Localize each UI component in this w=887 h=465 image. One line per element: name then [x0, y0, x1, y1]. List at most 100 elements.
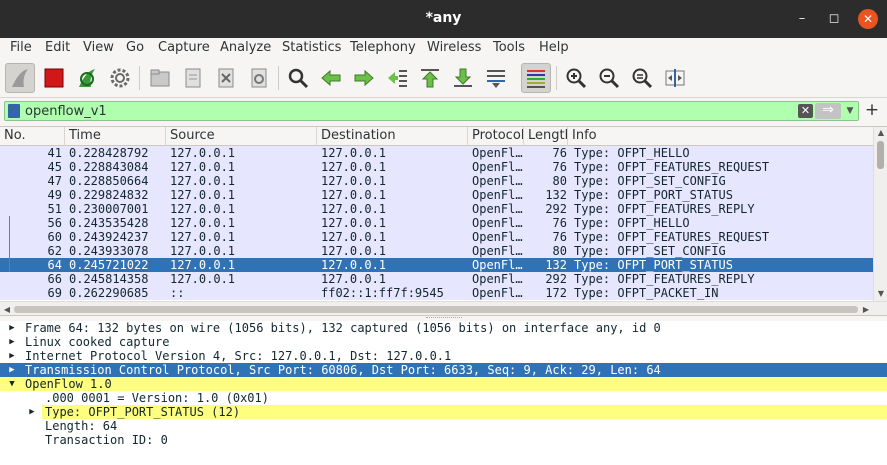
menu-telephony[interactable]: Telephony [350, 40, 416, 55]
display-filter-input[interactable] [25, 103, 795, 119]
packet-row[interactable]: 47 0.228850664 127.0.0.1 127.0.0.1 OpenFl… 80… [0, 174, 873, 188]
zoom-out-button[interactable] [594, 63, 624, 93]
vertical-scroll-thumb[interactable] [877, 141, 884, 169]
expanded-arrow-icon[interactable]: ▼ [6, 377, 18, 391]
packet-row[interactable]: 56 0.243535428 127.0.0.1 127.0.0.1 OpenFl… 76… [0, 216, 873, 230]
menu-edit[interactable]: Edit [45, 40, 70, 55]
open-file-button[interactable] [145, 63, 175, 93]
packet-row[interactable]: 66 0.245814358 127.0.0.1 127.0.0.1 OpenFl… 29… [0, 272, 873, 286]
detail-tree-item[interactable]: Length: 64 [0, 419, 887, 433]
column-header-protocol[interactable]: Protocol [468, 127, 524, 146]
apply-filter-button[interactable]: ⇒ [815, 103, 841, 119]
scroll-left-icon[interactable]: ◀ [0, 304, 14, 315]
first-packet-button[interactable] [415, 63, 445, 93]
colorize-button[interactable] [521, 63, 551, 93]
collapsed-arrow-icon[interactable]: ▶ [6, 349, 18, 363]
find-packet-button[interactable] [283, 63, 313, 93]
column-header-source[interactable]: Source [166, 127, 317, 146]
resize-columns-button[interactable] [660, 63, 690, 93]
menu-go[interactable]: Go [126, 40, 144, 55]
packet-row[interactable]: 69 0.262290685:: ff02::1:ff7f:9545 OpenFl… 1… [0, 286, 873, 300]
close-button[interactable]: ✕ [858, 9, 878, 29]
collapsed-arrow-icon[interactable]: ▶ [26, 405, 38, 419]
packet-number: 51 [47, 202, 62, 216]
collapsed-arrow-icon[interactable]: ▶ [6, 335, 18, 349]
save-file-button[interactable] [178, 63, 208, 93]
capture-options-button[interactable] [105, 63, 135, 93]
packet-row[interactable]: 49 0.229824832 127.0.0.1 127.0.0.1 OpenFl… 13… [0, 188, 873, 202]
packet-time: 0.243933078 [69, 244, 149, 258]
collapsed-arrow-icon[interactable]: ▶ [6, 363, 18, 377]
menu-statistics[interactable]: Statistics [282, 40, 341, 55]
reload-file-button[interactable] [244, 63, 274, 93]
column-header-info[interactable]: Info [568, 127, 873, 146]
packet-row[interactable]: 64 0.245721022 127.0.0.1 127.0.0.1 OpenFl… 13… [0, 258, 873, 272]
menu-tools[interactable]: Tools [493, 40, 525, 55]
scroll-down-icon[interactable]: ▼ [874, 288, 887, 300]
go-forward-button[interactable] [349, 63, 379, 93]
packet-length: 76 [552, 160, 567, 174]
menu-capture[interactable]: Capture [158, 40, 210, 55]
packet-row[interactable]: 41 0.228428792 127.0.0.1 127.0.0.1 OpenFl… 76… [0, 146, 873, 160]
packet-row[interactable]: 60 0.243924237 127.0.0.1 127.0.0.1 OpenFl… 76… [0, 230, 873, 244]
packet-source: 127.0.0.1 [170, 146, 236, 160]
packet-protocol: OpenFl… [472, 258, 523, 272]
add-filter-button[interactable]: + [864, 100, 880, 120]
column-header-time[interactable]: Time [65, 127, 166, 146]
scroll-right-icon[interactable]: ▶ [859, 304, 873, 315]
menu-analyze[interactable]: Analyze [220, 40, 271, 55]
bookmark-icon[interactable] [8, 104, 20, 118]
maximize-button[interactable]: ◻ [824, 9, 844, 29]
packet-destination: 127.0.0.1 [321, 202, 387, 216]
menu-wireless[interactable]: Wireless [427, 40, 481, 55]
autoscroll-button[interactable] [481, 63, 511, 93]
detail-tree-item[interactable]: .000 0001 = Version: 1.0 (0x01) [0, 391, 887, 405]
packet-row[interactable]: 62 0.243933078 127.0.0.1 127.0.0.1 OpenFl… 80… [0, 244, 873, 258]
go-back-button[interactable] [316, 63, 346, 93]
clear-filter-button[interactable]: ✕ [798, 104, 813, 118]
last-packet-button[interactable] [448, 63, 478, 93]
normal-size-button[interactable] [627, 63, 657, 93]
packet-info: Type: OFPT_HELLO [574, 216, 690, 230]
column-header-destination[interactable]: Destination [317, 127, 468, 146]
packet-row[interactable]: 51 0.230007001 127.0.0.1 127.0.0.1 OpenFl… 29… [0, 202, 873, 216]
detail-tree-item[interactable]: ▶ Type: OFPT_PORT_STATUS (12) [0, 405, 887, 419]
close-file-button[interactable] [211, 63, 241, 93]
zoom-in-button[interactable] [561, 63, 591, 93]
collapsed-arrow-icon[interactable]: ▶ [6, 321, 18, 335]
reload-icon [251, 68, 267, 88]
packet-protocol: OpenFl… [472, 230, 523, 244]
packet-destination: 127.0.0.1 [321, 230, 387, 244]
packet-source: 127.0.0.1 [170, 174, 236, 188]
menu-help[interactable]: Help [539, 40, 569, 55]
packet-row[interactable]: 45 0.228843084 127.0.0.1 127.0.0.1 OpenFl… 76… [0, 160, 873, 174]
packet-length: 172 [545, 286, 567, 300]
packet-time: 0.245721022 [69, 258, 149, 272]
go-to-packet-button[interactable] [382, 63, 412, 93]
column-header-no[interactable]: No. [0, 127, 65, 146]
detail-tree-item[interactable]: ▶ Transmission Control Protocol, Src Port… [0, 363, 887, 377]
menu-file[interactable]: File [10, 40, 32, 55]
detail-tree-item[interactable]: ▶ Internet Protocol Version 4, Src: 127.0… [0, 349, 887, 363]
goto-packet-icon [388, 70, 407, 87]
packet-destination: 127.0.0.1 [321, 146, 387, 160]
folder-icon [150, 69, 170, 87]
filter-history-dropdown[interactable]: ▼ [844, 104, 856, 118]
scroll-up-icon[interactable]: ▲ [874, 127, 887, 139]
packet-list-horizontal-scrollbar[interactable]: ◀ ▶ [0, 301, 887, 315]
stop-capture-button[interactable] [39, 63, 69, 93]
packet-number: 49 [47, 188, 62, 202]
packet-list-vertical-scrollbar[interactable]: ▲ ▼ [873, 127, 887, 301]
menu-view[interactable]: View [83, 40, 114, 55]
detail-tree-item[interactable]: ▶ Linux cooked capture [0, 335, 887, 349]
packet-time: 0.228843084 [69, 160, 149, 174]
detail-tree-item[interactable]: ▶ Frame 64: 132 bytes on wire (1056 bits)… [0, 321, 887, 335]
minimize-button[interactable]: – [792, 9, 812, 29]
horizontal-scroll-thumb[interactable] [14, 306, 858, 313]
column-header-length[interactable]: Length [524, 127, 568, 146]
packet-number: 41 [47, 146, 62, 160]
start-capture-button[interactable] [5, 63, 35, 93]
detail-tree-item[interactable]: ▼ OpenFlow 1.0 [0, 377, 887, 391]
restart-capture-button[interactable] [72, 63, 102, 93]
detail-tree-item[interactable]: Transaction ID: 0 [0, 433, 887, 447]
